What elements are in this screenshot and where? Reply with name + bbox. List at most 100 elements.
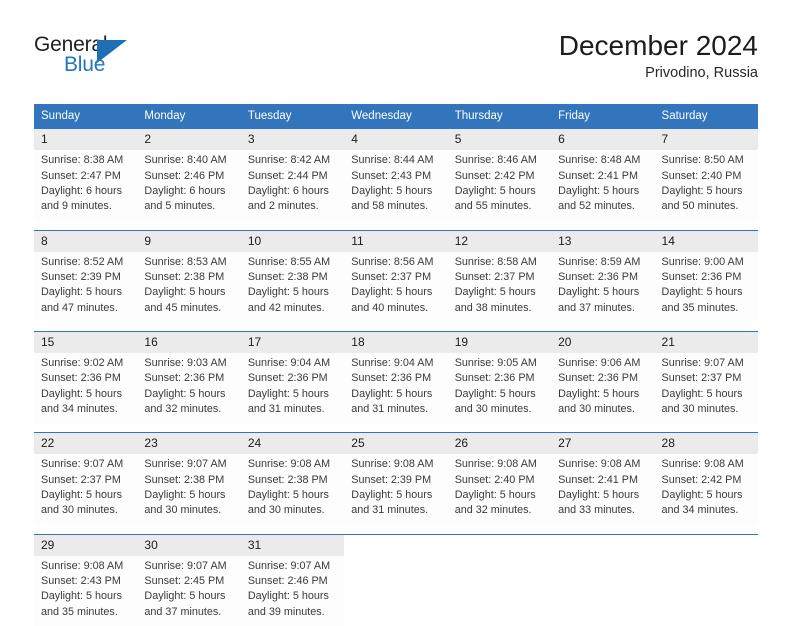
daylight-text-line2: and 5 minutes. xyxy=(144,200,216,213)
day-cell[interactable]: Sunrise: 9:08 AM Sunset: 2:42 PM Dayligh… xyxy=(654,454,758,525)
day-cell[interactable]: Sunrise: 9:00 AM Sunset: 2:36 PM Dayligh… xyxy=(654,251,758,322)
day-number[interactable]: 23 xyxy=(137,432,241,455)
day-cell[interactable]: Sunrise: 8:55 AM Sunset: 2:38 PM Dayligh… xyxy=(240,251,345,322)
day-cell-empty xyxy=(447,555,552,626)
daylight-text-line1: Daylight: 5 hours xyxy=(454,286,536,299)
day-cell[interactable]: Sunrise: 9:07 AM Sunset: 2:37 PM Dayligh… xyxy=(654,353,758,424)
sunset-text: Sunset: 2:47 PM xyxy=(41,169,121,182)
day-cell[interactable]: Sunrise: 8:46 AM Sunset: 2:42 PM Dayligh… xyxy=(447,150,552,221)
day-cell[interactable]: Sunrise: 9:07 AM Sunset: 2:45 PM Dayligh… xyxy=(137,555,241,626)
day-cell[interactable]: Sunrise: 9:02 AM Sunset: 2:36 PM Dayligh… xyxy=(34,353,138,424)
day-cell[interactable]: Sunrise: 8:38 AM Sunset: 2:47 PM Dayligh… xyxy=(34,150,138,221)
day-cell-empty xyxy=(551,555,655,626)
day-cell[interactable]: Sunrise: 9:07 AM Sunset: 2:46 PM Dayligh… xyxy=(240,555,345,626)
day-cell[interactable]: Sunrise: 9:06 AM Sunset: 2:36 PM Dayligh… xyxy=(551,353,655,424)
day-cell[interactable]: Sunrise: 8:52 AM Sunset: 2:39 PM Dayligh… xyxy=(34,251,138,322)
sunrise-text: Sunrise: 9:08 AM xyxy=(247,458,331,471)
day-number[interactable]: 31 xyxy=(240,533,345,556)
daylight-text-line2: and 55 minutes. xyxy=(454,200,532,213)
day-number[interactable]: 20 xyxy=(551,331,655,353)
day-number[interactable]: 21 xyxy=(654,331,758,353)
day-number[interactable]: 19 xyxy=(447,331,552,353)
daylight-text-line1: Daylight: 5 hours xyxy=(454,185,536,198)
day-number[interactable]: 25 xyxy=(344,432,448,455)
day-number[interactable]: 22 xyxy=(34,432,138,455)
general-blue-logo[interactable]: General Blue xyxy=(34,34,194,90)
sunset-text: Sunset: 2:36 PM xyxy=(454,372,535,385)
daylight-text-line2: and 32 minutes. xyxy=(144,402,222,415)
day-number[interactable]: 18 xyxy=(344,331,448,353)
week-5-details: Sunrise: 9:08 AM Sunset: 2:43 PM Dayligh… xyxy=(34,555,758,626)
sunrise-text: Sunrise: 9:07 AM xyxy=(661,357,744,369)
day-cell[interactable]: Sunrise: 8:40 AM Sunset: 2:46 PM Dayligh… xyxy=(137,150,241,221)
day-cell[interactable]: Sunrise: 9:04 AM Sunset: 2:36 PM Dayligh… xyxy=(344,353,448,424)
sunset-text: Sunset: 2:37 PM xyxy=(351,271,432,284)
day-number[interactable]: 9 xyxy=(137,229,241,252)
day-cell[interactable]: Sunrise: 9:08 AM Sunset: 2:38 PM Dayligh… xyxy=(240,454,345,525)
day-cell[interactable]: Sunrise: 8:44 AM Sunset: 2:43 PM Dayligh… xyxy=(344,150,448,221)
week-spacer xyxy=(34,322,758,332)
day-number[interactable]: 10 xyxy=(240,229,345,252)
day-cell[interactable]: Sunrise: 9:07 AM Sunset: 2:38 PM Dayligh… xyxy=(137,454,241,525)
day-number[interactable]: 24 xyxy=(240,432,345,455)
day-number[interactable]: 3 xyxy=(240,128,345,151)
sunset-text: Sunset: 2:37 PM xyxy=(661,372,742,385)
day-number[interactable]: 8 xyxy=(34,229,138,252)
day-cell[interactable]: Sunrise: 8:53 AM Sunset: 2:38 PM Dayligh… xyxy=(137,251,241,322)
daylight-text-line1: Daylight: 5 hours xyxy=(454,488,536,501)
day-number[interactable]: 7 xyxy=(654,128,758,151)
day-number[interactable]: 15 xyxy=(34,331,138,353)
daylight-text-line1: Daylight: 5 hours xyxy=(41,488,123,501)
daylight-text-line1: Daylight: 5 hours xyxy=(144,590,226,603)
day-cell[interactable]: Sunrise: 9:03 AM Sunset: 2:36 PM Dayligh… xyxy=(137,353,241,424)
day-number[interactable]: 4 xyxy=(344,128,448,151)
daylight-text-line2: and 58 minutes. xyxy=(351,200,429,213)
day-number[interactable]: 14 xyxy=(654,229,758,252)
day-cell[interactable]: Sunrise: 9:07 AM Sunset: 2:37 PM Dayligh… xyxy=(34,454,138,525)
day-number[interactable]: 5 xyxy=(447,128,552,151)
day-number[interactable]: 12 xyxy=(447,229,552,252)
daylight-text-line2: and 52 minutes. xyxy=(558,200,635,213)
day-cell[interactable]: Sunrise: 8:50 AM Sunset: 2:40 PM Dayligh… xyxy=(654,150,758,221)
day-cell[interactable]: Sunrise: 9:04 AM Sunset: 2:36 PM Dayligh… xyxy=(240,353,345,424)
day-number[interactable]: 11 xyxy=(344,229,448,252)
day-number[interactable]: 29 xyxy=(34,533,138,556)
weekday-header-saturday: Saturday xyxy=(654,104,758,129)
daylight-text-line2: and 30 minutes. xyxy=(558,402,635,415)
daylight-text-line1: Daylight: 6 hours xyxy=(41,185,123,198)
day-number[interactable]: 28 xyxy=(654,432,758,455)
day-cell[interactable]: Sunrise: 9:05 AM Sunset: 2:36 PM Dayligh… xyxy=(447,353,552,424)
day-number[interactable]: 27 xyxy=(551,432,655,455)
day-number[interactable]: 2 xyxy=(137,128,241,151)
day-cell[interactable]: Sunrise: 8:42 AM Sunset: 2:44 PM Dayligh… xyxy=(240,150,345,221)
day-cell[interactable]: Sunrise: 9:08 AM Sunset: 2:39 PM Dayligh… xyxy=(344,454,448,525)
day-cell[interactable]: Sunrise: 8:58 AM Sunset: 2:37 PM Dayligh… xyxy=(447,251,552,322)
day-number[interactable]: 17 xyxy=(240,331,345,353)
day-number[interactable]: 6 xyxy=(551,128,655,151)
day-cell[interactable]: Sunrise: 9:08 AM Sunset: 2:40 PM Dayligh… xyxy=(447,454,552,525)
week-spacer-cell xyxy=(34,423,758,433)
day-cell[interactable]: Sunrise: 8:56 AM Sunset: 2:37 PM Dayligh… xyxy=(344,251,448,322)
day-cell[interactable]: Sunrise: 9:08 AM Sunset: 2:43 PM Dayligh… xyxy=(34,555,138,626)
day-number-empty xyxy=(344,533,448,556)
daylight-text-line1: Daylight: 5 hours xyxy=(661,286,743,299)
page-subtitle: Privodino, Russia xyxy=(645,65,758,82)
day-number[interactable]: 1 xyxy=(34,128,138,151)
daylight-text-line1: Daylight: 5 hours xyxy=(41,387,123,400)
daylight-text-line1: Daylight: 5 hours xyxy=(661,387,743,400)
day-number[interactable]: 13 xyxy=(551,229,655,252)
sunset-text: Sunset: 2:37 PM xyxy=(454,271,535,284)
day-cell[interactable]: Sunrise: 8:59 AM Sunset: 2:36 PM Dayligh… xyxy=(551,251,655,322)
sunrise-text: Sunrise: 9:08 AM xyxy=(41,559,124,572)
day-cell[interactable]: Sunrise: 9:08 AM Sunset: 2:41 PM Dayligh… xyxy=(551,454,655,525)
sunset-text: Sunset: 2:38 PM xyxy=(144,271,225,284)
day-number[interactable]: 26 xyxy=(447,432,552,455)
day-number[interactable]: 30 xyxy=(137,533,241,556)
sunset-text: Sunset: 2:36 PM xyxy=(661,271,742,284)
sunrise-text: Sunrise: 9:00 AM xyxy=(661,255,744,268)
day-number[interactable]: 16 xyxy=(137,331,241,353)
daylight-text-line2: and 35 minutes. xyxy=(41,605,118,618)
day-cell[interactable]: Sunrise: 8:48 AM Sunset: 2:41 PM Dayligh… xyxy=(551,150,655,221)
week-3-daynumbers: 15 16 17 18 19 20 21 xyxy=(34,331,758,353)
sunset-text: Sunset: 2:38 PM xyxy=(247,271,328,284)
